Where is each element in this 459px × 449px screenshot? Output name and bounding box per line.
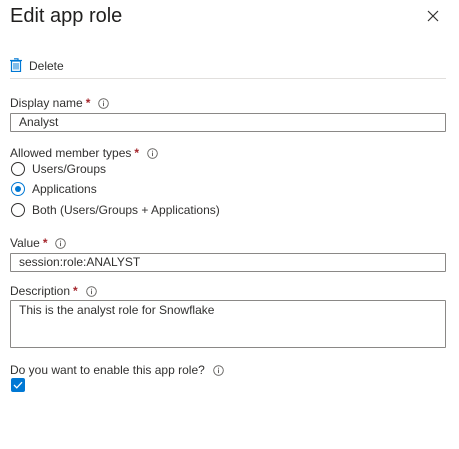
info-icon[interactable] (213, 364, 224, 376)
close-icon (427, 9, 439, 27)
required-mark: * (42, 236, 48, 250)
value-input[interactable]: session:role:ANALYST (10, 253, 446, 272)
toolbar-divider (10, 78, 446, 79)
display-name-input[interactable]: Analyst (10, 113, 446, 132)
value-label: Value * (10, 236, 67, 250)
radio-button[interactable] (11, 162, 25, 176)
radio-users-groups[interactable]: Users/Groups (11, 162, 106, 176)
radio-label: Applications (32, 182, 97, 196)
delete-button[interactable]: Delete (10, 57, 64, 75)
trash-icon (10, 57, 22, 75)
close-button[interactable] (423, 8, 443, 28)
description-textarea[interactable]: This is the analyst role for Snowflake (10, 300, 446, 348)
description-label-text: Description (10, 284, 71, 298)
command-bar: Delete (10, 55, 64, 77)
value-label-text: Value (10, 236, 40, 250)
display-name-label-text: Display name (10, 96, 83, 110)
required-mark: * (85, 96, 91, 110)
required-mark: * (73, 284, 78, 298)
checkmark-icon (13, 376, 23, 394)
member-types-label: Allowed member types * (10, 146, 158, 160)
enable-label: Do you want to enable this app role? (10, 363, 224, 377)
info-icon[interactable] (147, 147, 158, 159)
display-name-label: Display name * (10, 96, 110, 110)
delete-label: Delete (29, 59, 64, 73)
info-icon[interactable] (55, 237, 67, 249)
edit-app-role-panel: Edit app role Delete Display name * Anal… (0, 0, 459, 449)
radio-label: Both (Users/Groups + Applications) (32, 203, 220, 217)
radio-button-selected[interactable] (11, 182, 25, 196)
info-icon[interactable] (98, 97, 110, 109)
radio-both[interactable]: Both (Users/Groups + Applications) (11, 203, 220, 217)
enable-checkbox[interactable] (11, 378, 25, 392)
radio-button[interactable] (11, 203, 25, 217)
info-icon[interactable] (85, 285, 97, 297)
required-mark: * (134, 146, 140, 160)
radio-label: Users/Groups (32, 162, 107, 176)
radio-applications[interactable]: Applications (11, 182, 97, 196)
member-types-label-text: Allowed member types (10, 146, 132, 160)
enable-label-text: Do you want to enable this app role? (10, 363, 205, 377)
description-label: Description * (10, 284, 97, 298)
panel-title: Edit app role (10, 5, 123, 27)
